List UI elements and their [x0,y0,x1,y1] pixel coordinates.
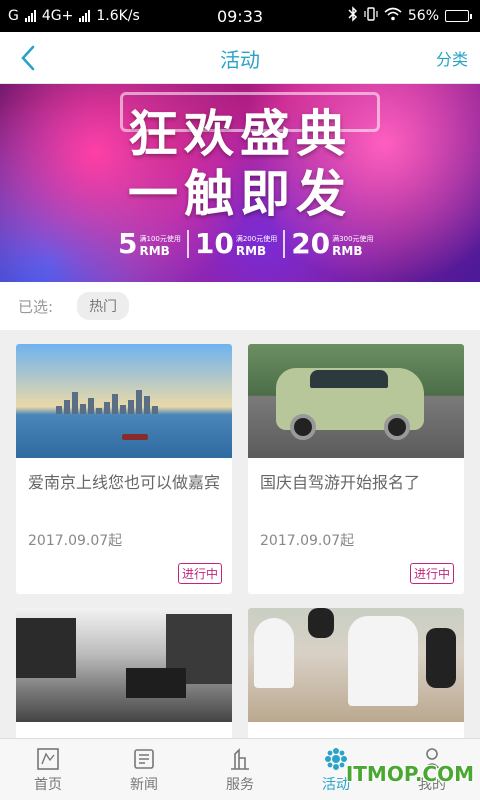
activity-card[interactable] [16,608,232,748]
coupon-condition: 满200元使用 [235,235,278,243]
banner-headline-2: 一触即发 [128,165,352,223]
page-title: 活动 [220,48,260,72]
person [254,618,294,688]
back-button[interactable] [12,42,44,74]
network-label: 4G+ [41,8,74,24]
watermark: ITMOP.COM [345,762,474,786]
battery-icon [445,10,472,22]
vibrate-icon [364,7,378,25]
carrier-label: G [8,8,19,24]
nav-item-news[interactable]: 新闻 [96,739,192,800]
status-bar: G 4G+ 1.6K/s 09:33 56% [0,0,480,32]
chevron-left-icon [21,45,35,71]
promo-banner[interactable]: 狂欢盛典 一触即发 5 满100元使用 RMB 10 满200元使用 RMB 20 … [0,84,480,282]
title-bar: 活动 分类 [0,32,480,84]
person-dark [426,628,456,688]
nav-label: 首页 [34,776,62,793]
coupon-item: 10 满200元使用 RMB [186,227,283,260]
skyline [16,390,232,414]
status-badge: 进行中 [177,563,222,584]
car-window [310,370,388,388]
card-date: 2017.09.07起 [28,533,123,549]
coupon-value: 10 [194,227,234,260]
house-left [16,618,76,678]
home-map-icon [37,747,59,770]
activity-card[interactable]: 国庆自驾游开始报名了 2017.09.07起 进行中 [248,344,464,594]
wifi-icon [384,7,402,25]
card-image-car [248,344,464,458]
coupon-condition: 满300元使用 [332,235,374,243]
coupon-unit: RMB [139,244,170,258]
bluetooth-icon [348,6,358,26]
coupon-row: 5 满100元使用 RMB 10 满200元使用 RMB 20 满300元使用 RMB [112,230,380,258]
nav-item-service[interactable]: 服务 [192,739,288,800]
nav-label: 新闻 [130,776,158,793]
nav-item-home[interactable]: 首页 [0,739,96,800]
signal-icon [24,10,36,22]
activity-card[interactable]: 爱南京上线您也可以做嘉宾 2017.09.07起 进行中 [16,344,232,594]
coupon-condition: 满100元使用 [139,235,181,243]
person [348,616,418,706]
service-icon [231,747,249,770]
boat [122,434,148,440]
speed-label: 1.6K/s [96,8,140,24]
card-title: 爱南京上线您也可以做嘉宾 [28,473,221,492]
status-badge: 进行中 [409,563,454,584]
news-icon [134,748,154,769]
signal-icon-2 [79,10,91,22]
coupon-item: 20 满300元使用 RMB [283,230,379,258]
card-image-city [16,344,232,458]
coupon-value: 20 [291,227,331,260]
card-image-canal [16,608,232,722]
coupon-item: 5 满100元使用 RMB [112,227,187,260]
nav-label: 服务 [226,776,254,793]
person-dark [308,608,334,638]
status-right: 56% [348,6,472,26]
filter-tag-hot[interactable]: 热门 [77,292,130,320]
card-image-people [248,608,464,722]
category-button[interactable]: 分类 [436,46,468,70]
coupon-unit: RMB [332,244,363,258]
card-date: 2017.09.07起 [260,533,355,549]
activity-card[interactable] [248,608,464,748]
coupon-unit: RMB [235,244,267,258]
battery-percent: 56% [407,8,439,24]
card-title: 国庆自驾游开始报名了 [260,473,421,492]
filter-label: 已选: [18,297,54,316]
filter-bar: 已选: 热门 [0,282,480,330]
coupon-value: 5 [118,227,138,260]
car-wheel [290,414,316,440]
status-left: G 4G+ 1.6K/s [8,8,140,24]
boat-dark [126,668,186,698]
car-wheel [384,414,410,440]
